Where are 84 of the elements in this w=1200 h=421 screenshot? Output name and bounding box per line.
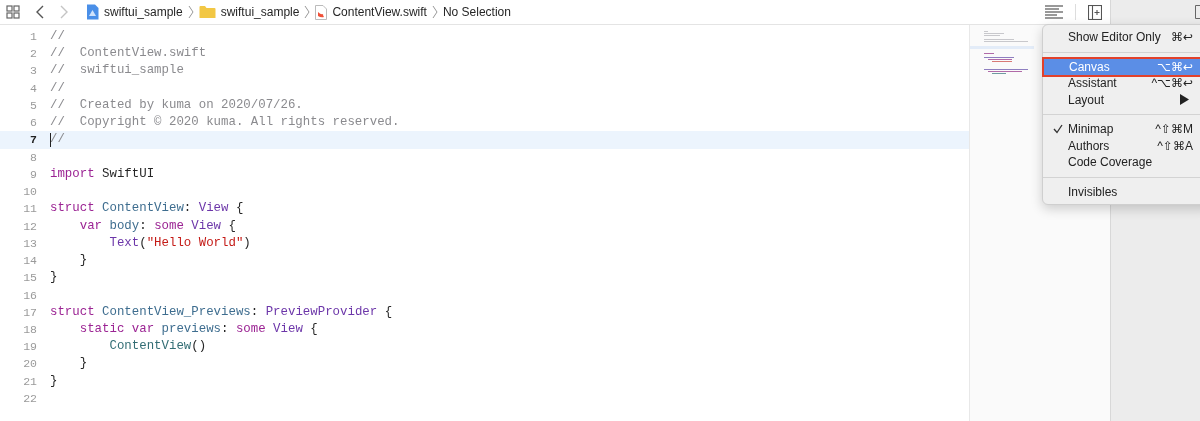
code-token: some xyxy=(235,322,266,336)
line-number: 4 xyxy=(29,80,37,97)
menu-item[interactable]: Minimap ^⇧⌘M xyxy=(1044,121,1200,138)
code-token: View xyxy=(272,322,303,336)
menu-item[interactable]: Authors ^⇧⌘A xyxy=(1044,137,1200,154)
breadcrumb-item[interactable]: swiftui_sample xyxy=(104,5,183,19)
code-token: } xyxy=(50,270,58,285)
code-token: View xyxy=(190,218,222,233)
menu-item[interactable]: Invisibles xyxy=(1044,183,1200,200)
line-number: 6 xyxy=(29,115,37,132)
line-number: 22 xyxy=(22,390,37,407)
code-token: "Hello World" xyxy=(146,235,244,250)
breadcrumb-item[interactable]: No Selection xyxy=(442,5,511,19)
line-number: 5 xyxy=(29,97,37,114)
code-token: import xyxy=(50,166,95,181)
line-number: 15 xyxy=(22,270,37,287)
code-token: : xyxy=(221,322,230,336)
code-token: { xyxy=(234,201,244,216)
code-token: { xyxy=(383,304,393,319)
code-token: ContentView xyxy=(108,339,192,354)
line-number: 21 xyxy=(22,373,37,390)
swift-file-icon xyxy=(315,4,328,20)
line-number: 3 xyxy=(29,63,37,80)
code-token: { xyxy=(309,322,318,336)
menu-item[interactable]: Layout xyxy=(1044,91,1200,108)
line-number: 1 xyxy=(29,29,37,45)
chevron-icon xyxy=(187,5,194,19)
line-number: 12 xyxy=(22,218,37,235)
code-token: struct xyxy=(50,201,95,216)
code-token: // ContentView.swift xyxy=(50,46,207,61)
folder-icon xyxy=(198,5,216,19)
line-number: 17 xyxy=(22,304,37,321)
line-number: 16 xyxy=(22,287,37,304)
code-token: struct xyxy=(50,304,95,319)
code-token: some xyxy=(154,218,184,233)
code-token: PreviewProvider xyxy=(265,304,378,319)
breadcrumb-item[interactable]: ContentView.swift xyxy=(332,5,427,19)
chevron-icon xyxy=(304,5,311,19)
breadcrumb-item[interactable]: swiftui_sample xyxy=(220,5,300,19)
code-token: () xyxy=(191,339,207,354)
code-token: : xyxy=(183,201,193,216)
code-token: // Copyright © 2020 kuma. All rights reserved. xyxy=(50,115,400,130)
code-token: } xyxy=(78,356,88,371)
code-token: : xyxy=(250,304,260,319)
line-number: 20 xyxy=(22,356,37,373)
code-token: // swiftui_sample xyxy=(50,63,184,78)
code-token: ContentView_Previews xyxy=(101,304,251,319)
code-token: } xyxy=(78,253,88,268)
code-token: previews xyxy=(160,322,222,336)
code-token: SwiftUI xyxy=(101,166,155,181)
code-token: var xyxy=(78,218,103,233)
grid-icon[interactable] xyxy=(6,5,20,19)
add-editor-icon[interactable] xyxy=(1088,4,1102,20)
lines-icon[interactable] xyxy=(1045,5,1063,19)
menu-item[interactable]: Show Editor Only ⌘↩ xyxy=(1044,29,1200,46)
line-number: 10 xyxy=(22,184,37,201)
menu-item[interactable]: Assistant ^⌥⌘↩ xyxy=(1044,75,1200,92)
code-token: ( xyxy=(139,235,147,250)
code-token: } xyxy=(50,373,58,388)
code-token: Text xyxy=(108,235,140,250)
chevron-icon xyxy=(431,5,438,19)
code-token: // xyxy=(50,29,65,43)
code-token: View xyxy=(198,201,229,216)
back-icon[interactable] xyxy=(36,5,44,19)
project-icon xyxy=(86,4,99,20)
line-number: 18 xyxy=(22,322,37,338)
line-number: 8 xyxy=(29,149,37,166)
code-token: // Created by kuma on 2020/07/26. xyxy=(50,97,303,112)
code-token: body xyxy=(108,218,140,233)
line-number: 14 xyxy=(22,253,37,270)
code-token: // xyxy=(50,132,65,147)
line-number: 13 xyxy=(22,235,37,252)
code-token: ContentView xyxy=(101,201,184,216)
menu-item[interactable]: Code Coverage xyxy=(1044,154,1200,171)
line-number: 11 xyxy=(22,201,37,218)
line-number: 2 xyxy=(29,46,37,63)
line-number: 9 xyxy=(29,166,37,183)
code-token: : xyxy=(139,218,148,233)
line-number: 19 xyxy=(22,339,37,356)
code-token: static var xyxy=(78,322,155,336)
code-token: // xyxy=(50,80,65,95)
code-token: ) xyxy=(243,235,251,250)
line-number: 7 xyxy=(29,132,37,149)
code-token: { xyxy=(227,218,236,233)
